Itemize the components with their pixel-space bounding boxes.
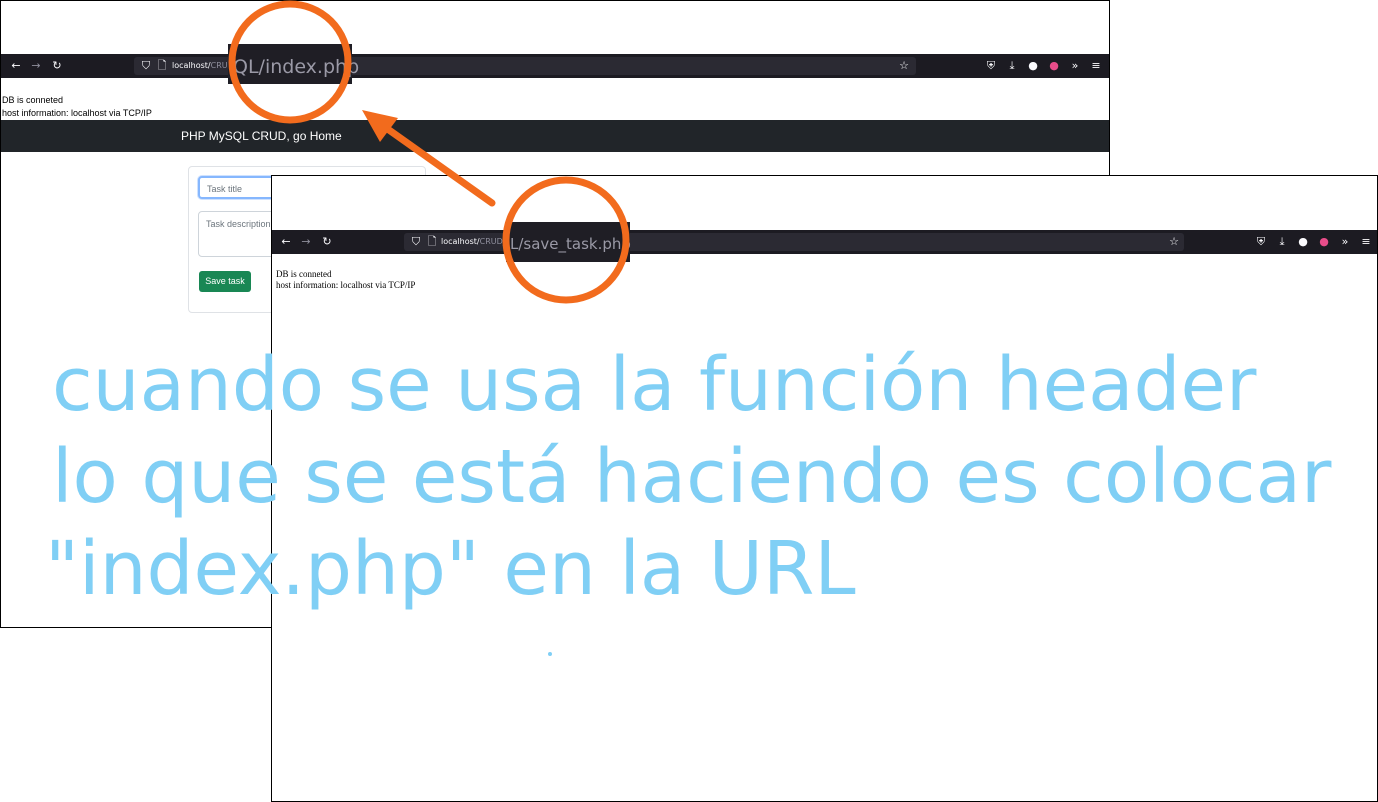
zoomed-url-text: L/save_task.php (510, 235, 631, 254)
zoom-circle-save-task: L/save_task.php (502, 176, 631, 304)
handwritten-line-1: cuando se usa la función header (52, 342, 1257, 428)
zoomed-url-text: QL/index.php (233, 56, 359, 78)
orange-arrow (362, 110, 496, 207)
handwritten-line-3: "index.php" en la URL (45, 526, 856, 612)
handwritten-note: cuando se usa la función header lo que s… (45, 342, 1332, 656)
handwritten-line-2: lo que se está haciendo es colocar (52, 434, 1332, 520)
annotation-overlay: QL/index.php L/save_task.php cuando se u… (45, 0, 1332, 656)
handwritten-dot (548, 652, 552, 656)
zoom-circle-index: QL/index.php (228, 0, 359, 124)
